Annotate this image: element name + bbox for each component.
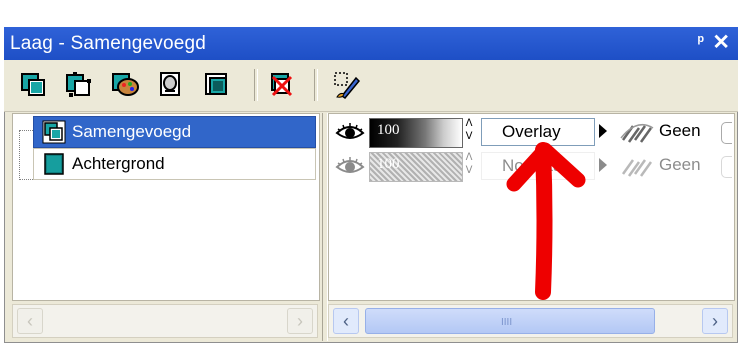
tree-connector xyxy=(19,179,33,180)
layer-row-achtergrond[interactable]: Achtergrond xyxy=(33,148,316,180)
app-frame: Laag - Samengevoegd ᵖ ✕ Samengevoegd Ach… xyxy=(0,0,744,347)
link-set-value: Geen xyxy=(659,121,701,140)
layer-name: Samengevoegd xyxy=(72,122,192,141)
toolbar-separator xyxy=(314,69,318,101)
opacity-slider[interactable]: 100 xyxy=(369,152,463,182)
edit-selection-icon[interactable] xyxy=(332,70,362,100)
delete-layer-icon[interactable] xyxy=(266,70,296,100)
tree-connector xyxy=(19,130,20,180)
visibility-eye-icon[interactable] xyxy=(335,156,365,176)
layers-toolbar xyxy=(4,60,738,112)
scroll-right-icon[interactable]: › xyxy=(702,308,728,334)
blend-mode-value: Overlay xyxy=(502,122,561,141)
properties-row: 100 ᐱᐯ Normaal Geen xyxy=(329,150,734,182)
blend-mode-arrow-icon[interactable] xyxy=(599,158,607,172)
properties-scrollbar[interactable]: ‹ IIII › xyxy=(328,304,733,338)
tree-connector xyxy=(19,130,33,131)
palette-titlebar[interactable]: Laag - Samengevoegd ᵖ ✕ xyxy=(4,27,738,60)
scroll-left-icon[interactable]: ‹ xyxy=(17,308,43,334)
raster-layer-icon xyxy=(42,120,66,144)
scroll-right-icon[interactable]: › xyxy=(287,308,313,334)
scrollbar-grip: IIII xyxy=(501,317,513,328)
layer-properties-list: 100 ᐱᐯ Overlay Geen 100 ᐱᐯ Normaal Geen xyxy=(328,113,735,301)
new-mask-layer-icon[interactable] xyxy=(156,70,186,100)
blend-mode-value: Normaal xyxy=(502,156,567,175)
new-raster-layer-icon[interactable] xyxy=(18,70,48,100)
layer-name: Achtergrond xyxy=(72,154,165,173)
link-chain-icon[interactable] xyxy=(617,120,657,144)
background-layer-icon xyxy=(42,152,66,176)
lock-button[interactable] xyxy=(721,156,732,178)
blend-mode-dropdown[interactable]: Normaal xyxy=(481,152,595,180)
opacity-value: 100 xyxy=(377,156,400,172)
lock-button[interactable] xyxy=(721,122,732,144)
link-set-value: Geen xyxy=(659,155,701,174)
palette-title: Laag - Samengevoegd xyxy=(10,33,207,54)
layer-list: Samengevoegd Achtergrond xyxy=(12,113,320,301)
blend-mode-dropdown[interactable]: Overlay xyxy=(481,118,595,146)
toolbar-separator xyxy=(254,69,258,101)
close-icon[interactable]: ✕ xyxy=(712,30,730,55)
visibility-eye-icon[interactable] xyxy=(335,122,365,142)
pin-icon[interactable]: ᵖ xyxy=(698,33,704,51)
opacity-value: 100 xyxy=(377,122,400,138)
new-vector-layer-icon[interactable] xyxy=(64,70,94,100)
link-chain-icon[interactable] xyxy=(617,154,657,178)
layer-row-samengevoegd[interactable]: Samengevoegd xyxy=(33,116,316,148)
layer-list-scrollbar[interactable]: ‹ › xyxy=(12,304,318,338)
opacity-spinner[interactable]: ᐱᐯ xyxy=(464,117,474,147)
new-adjustment-layer-icon[interactable] xyxy=(202,70,232,100)
new-art-media-layer-icon[interactable] xyxy=(110,70,140,100)
opacity-spinner[interactable]: ᐱᐯ xyxy=(464,151,474,181)
opacity-slider[interactable]: 100 xyxy=(369,118,463,148)
scroll-left-icon[interactable]: ‹ xyxy=(333,308,359,334)
properties-row: 100 ᐱᐯ Overlay Geen xyxy=(329,116,734,148)
scrollbar-thumb[interactable]: IIII xyxy=(365,308,655,334)
blend-mode-arrow-icon[interactable] xyxy=(599,124,607,138)
